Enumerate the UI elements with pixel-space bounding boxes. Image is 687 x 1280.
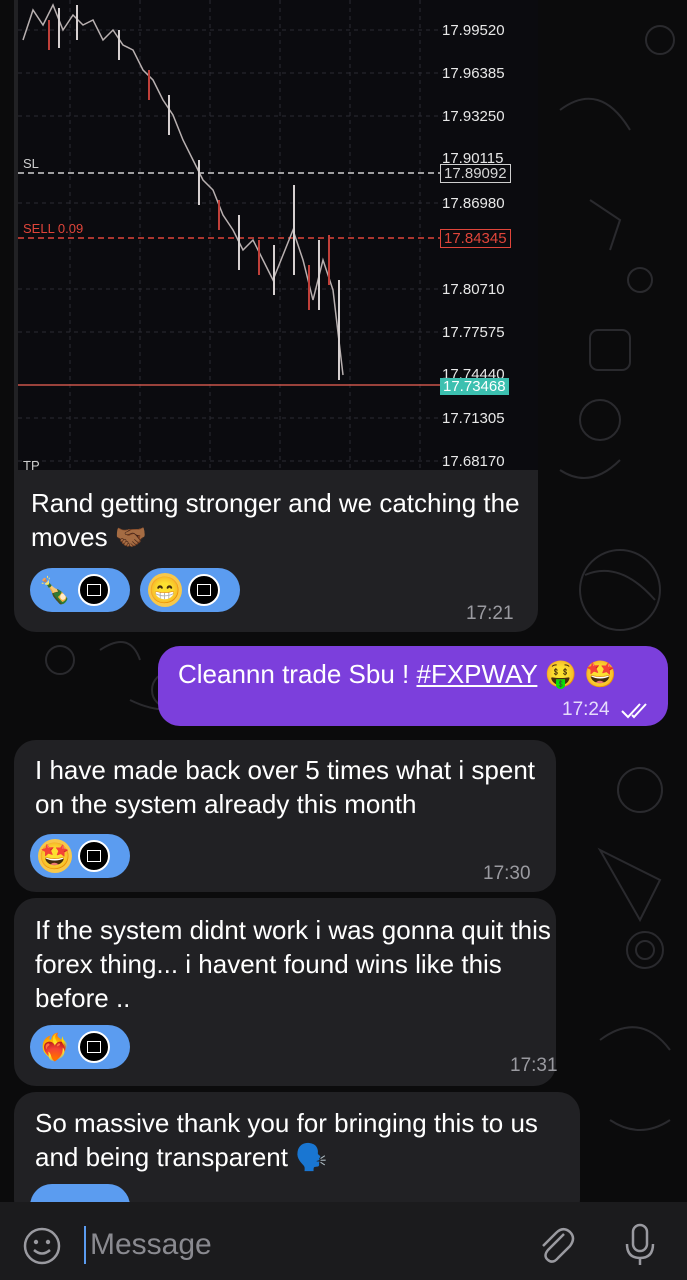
price-tick: 17.77575 xyxy=(442,324,505,341)
sell-price-box: 17.84345 xyxy=(440,229,511,248)
message-input[interactable]: Message xyxy=(90,1228,212,1262)
attach-icon[interactable] xyxy=(536,1224,576,1268)
sl-label: SL xyxy=(23,156,39,171)
price-tick: 17.96385 xyxy=(442,65,505,82)
mic-icon[interactable] xyxy=(622,1222,658,1268)
emoji-icon[interactable] xyxy=(22,1226,62,1266)
message-time: 17:31 xyxy=(510,1055,558,1076)
message-time: 17:30 xyxy=(483,863,531,884)
bottle-emoji: 🍾 xyxy=(38,575,72,605)
reaction-chip[interactable]: 🍾 xyxy=(30,568,130,612)
reactor-avatar xyxy=(78,574,110,606)
starstruck-emoji: 🤩 xyxy=(38,839,72,873)
text-cursor xyxy=(84,1226,86,1264)
handshake-emoji: 🤝🏾 xyxy=(114,522,148,552)
reactor-avatar xyxy=(78,840,110,872)
speaking-head-emoji: 🗣️ xyxy=(295,1142,328,1172)
reaction-chip[interactable]: 😁 xyxy=(140,568,240,612)
hashtag-link[interactable]: #FXPWAY xyxy=(417,659,538,689)
price-tick: 17.68170 xyxy=(442,453,505,470)
heart-on-fire-emoji: ❤️‍🔥 xyxy=(38,1032,72,1062)
reactor-avatar xyxy=(188,574,220,606)
message-text: So massive thank you for bringing this t… xyxy=(35,1108,538,1172)
outgoing-message-text: Cleannn trade Sbu ! #FXPWAY 🤑 🤩 xyxy=(178,659,617,689)
reaction-chip[interactable]: 🤩 xyxy=(30,834,130,878)
current-price-box: 17.73468 xyxy=(440,378,509,395)
price-tick: 17.71305 xyxy=(442,410,505,427)
price-tick: 17.99520 xyxy=(442,22,505,39)
money-starstruck-emoji: 🤑 🤩 xyxy=(544,659,617,689)
price-tick: 17.80710 xyxy=(442,281,505,298)
message-text: I have made back over 5 times what i spe… xyxy=(35,755,536,819)
message-text: If the system didnt work i was gonna qui… xyxy=(35,915,551,1013)
price-tick: 17.93250 xyxy=(442,108,505,125)
grin-emoji: 😁 xyxy=(148,573,182,607)
message-input-bar: Message xyxy=(0,1202,687,1280)
reaction-chip[interactable]: ❤️‍🔥 xyxy=(30,1025,130,1069)
reactor-avatar xyxy=(78,1031,110,1063)
tp-label: TP xyxy=(23,458,40,470)
sl-price-box: 17.89092 xyxy=(440,164,511,183)
message-time: 17:21 xyxy=(466,603,514,624)
sell-label: SELL 0.09 xyxy=(23,221,83,236)
message-time: 17:24 xyxy=(562,699,610,720)
message-text: Rand getting stronger and we catching th… xyxy=(31,488,520,552)
price-tick: 17.86980 xyxy=(442,195,505,212)
read-check-icon xyxy=(621,703,647,719)
